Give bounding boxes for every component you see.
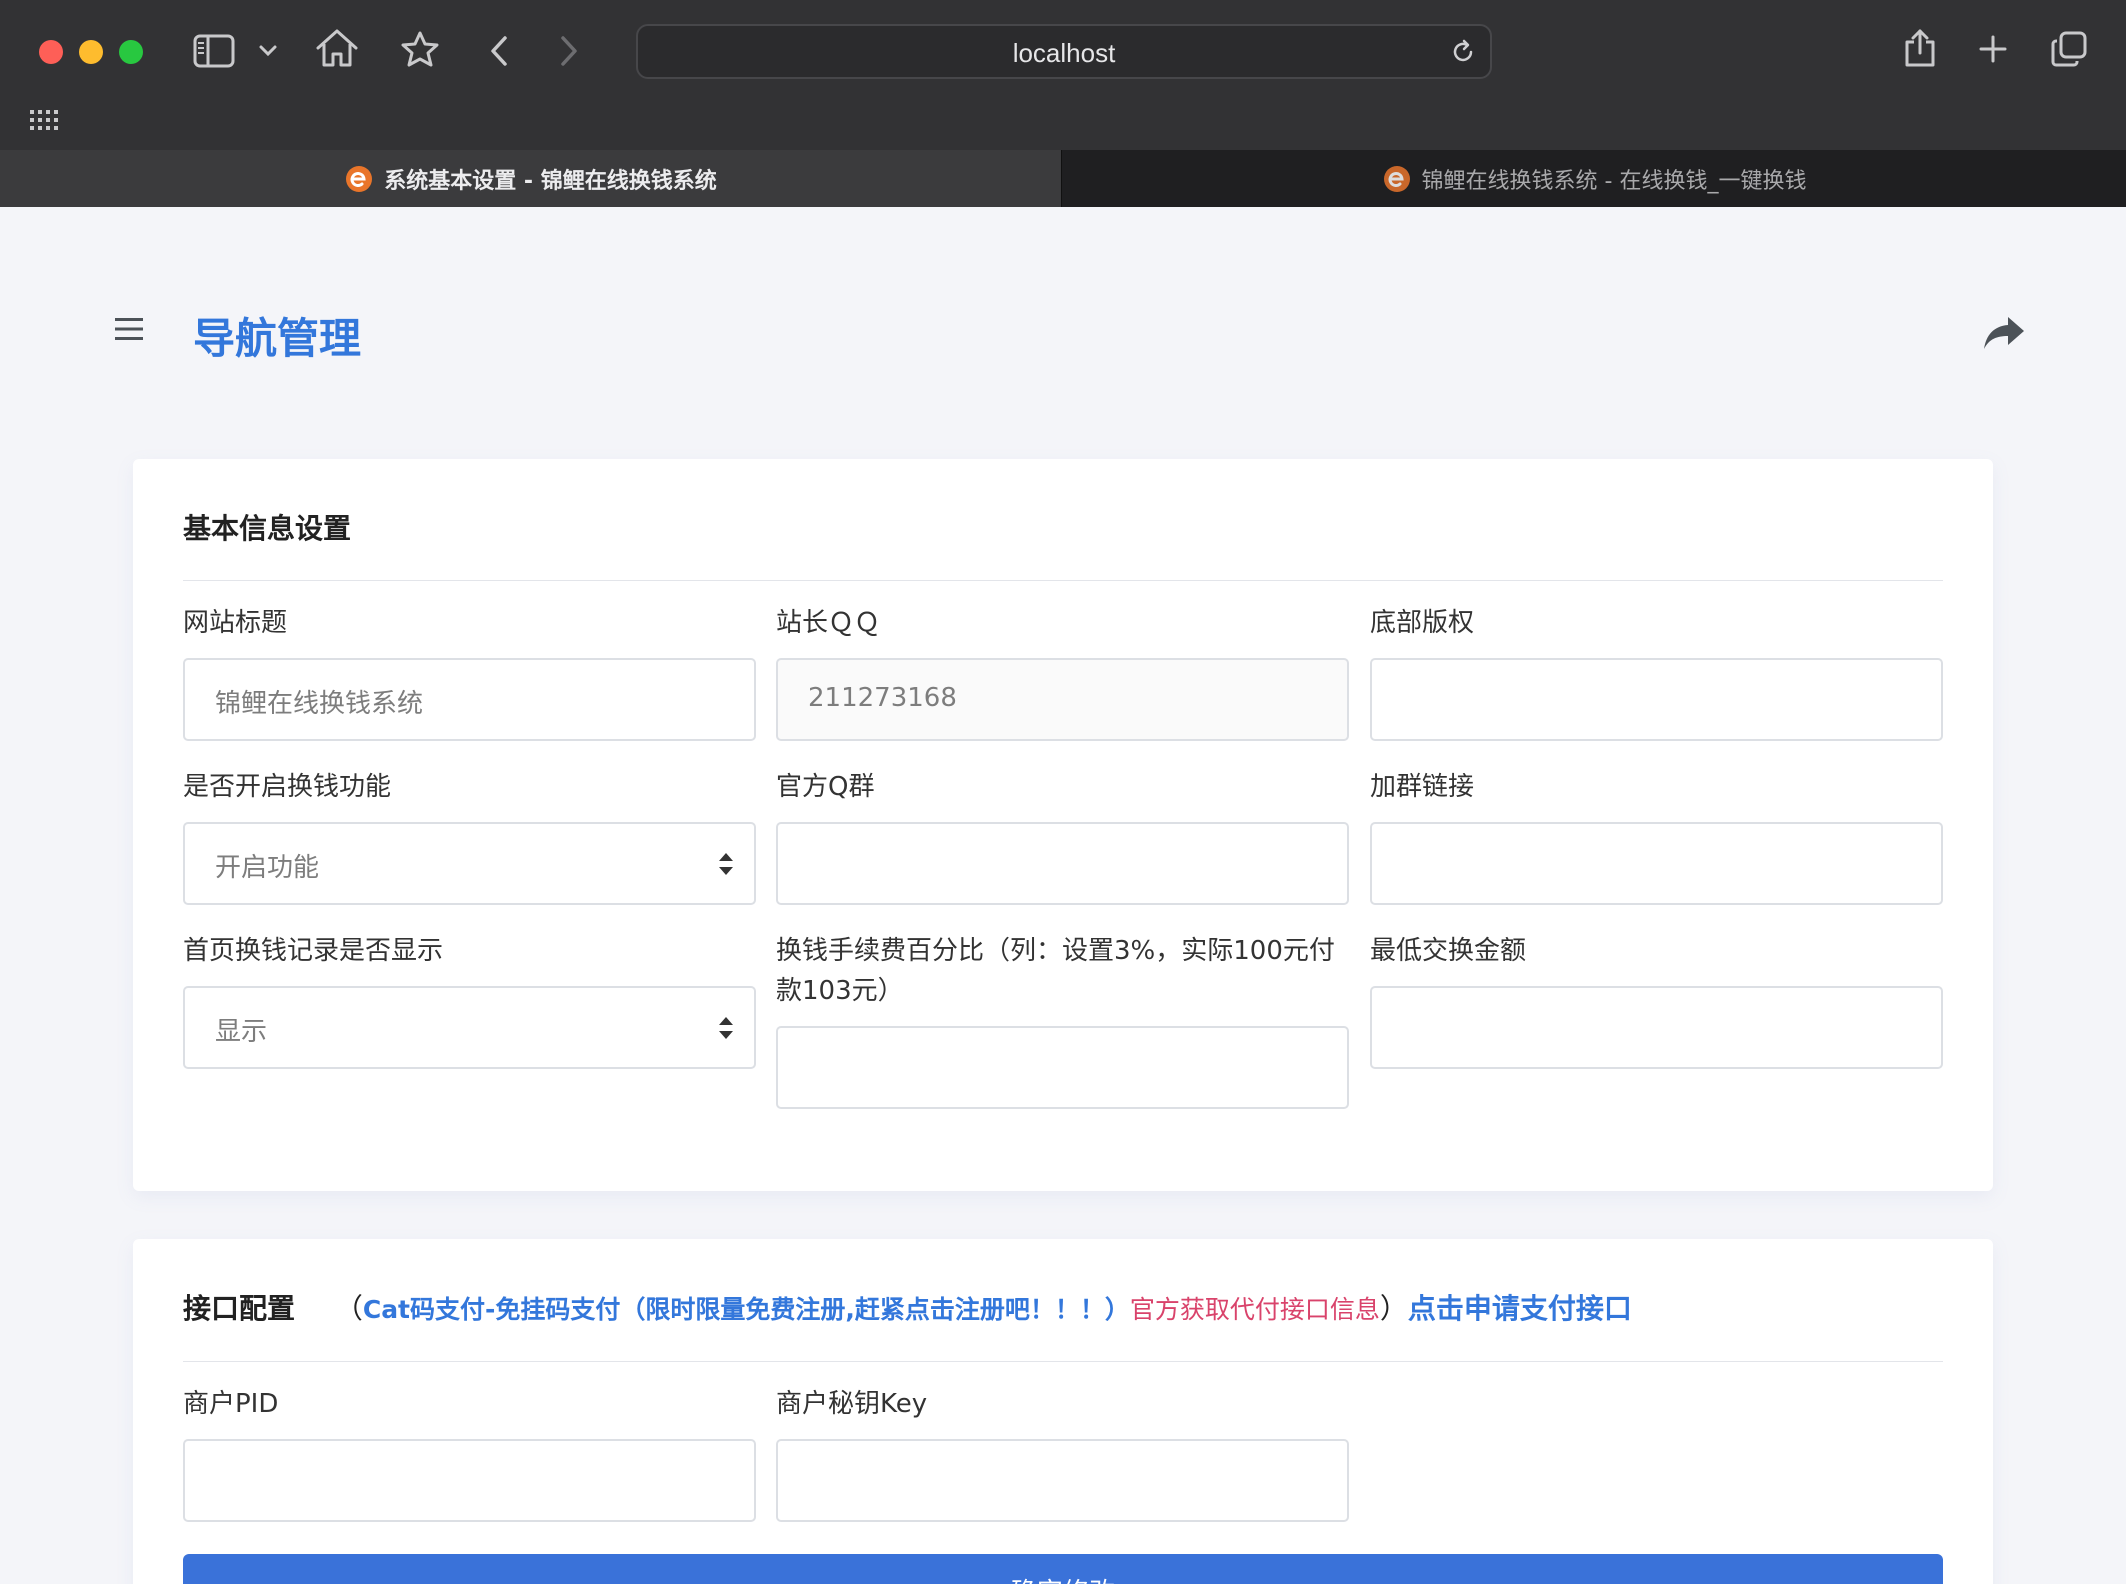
share-forward-icon[interactable] (1982, 315, 2026, 355)
page-content: 导航管理 基本信息设置 网站标题 锦鲤在线换钱系统 站长ＱＱ 211273168… (0, 207, 2126, 1584)
exchange-enabled-select[interactable]: 开启功能 (183, 822, 756, 905)
tab-overview-icon[interactable] (2050, 30, 2088, 68)
browser-tab-bar: 系统基本设置 - 锦鲤在线换钱系统 锦鲤在线换钱系统 - 在线换钱_一键换钱 (0, 150, 2126, 207)
new-tab-icon[interactable] (1978, 34, 2008, 64)
tab-label: 锦鲤在线换钱系统 - 在线换钱_一键换钱 (1421, 168, 1807, 194)
sidebar-toggle-icon[interactable] (193, 34, 235, 68)
field-label: 是否开启换钱功能 (183, 772, 392, 802)
merchant-key-input[interactable] (776, 1439, 1349, 1522)
zoom-window-button[interactable] (119, 40, 143, 64)
card-title: 接口配置 (183, 1292, 296, 1325)
field-label: 底部版权 (1370, 608, 1475, 638)
field-label: 商户秘钥Key (776, 1389, 928, 1419)
home-records-field: 首页换钱记录是否显示 显示 (183, 931, 756, 1069)
browser-toolbar: localhost (0, 0, 2126, 105)
field-label: 换钱手续费百分比（列：设置3%，实际100元付款103元） (776, 936, 1335, 1006)
paren-close: ） (1379, 1292, 1408, 1325)
select-value: 开启功能 (215, 853, 320, 883)
home-records-select[interactable]: 显示 (183, 986, 756, 1069)
select-value: 显示 (215, 1017, 268, 1047)
input-value: 锦鲤在线换钱系统 (215, 689, 424, 719)
fee-percent-field: 换钱手续费百分比（列：设置3%，实际100元付款103元） (776, 931, 1349, 1109)
hamburger-menu-icon[interactable] (115, 317, 143, 345)
chevron-down-icon[interactable] (258, 44, 278, 58)
footer-copyright-input[interactable] (1370, 658, 1943, 741)
merchant-pid-field: 商户PID (183, 1384, 756, 1522)
official-group-input[interactable] (776, 822, 1349, 905)
footer-copyright-field: 底部版权 (1370, 603, 1943, 741)
field-label: 最低交换金额 (1370, 936, 1527, 966)
submit-label: 确定修改 (183, 1572, 1943, 1584)
tab-label: 系统基本设置 - 锦鲤在线换钱系统 (384, 168, 717, 194)
select-arrows-icon (719, 1017, 733, 1039)
site-favicon-icon (1383, 165, 1410, 192)
site-title-field: 网站标题 锦鲤在线换钱系统 (183, 603, 756, 741)
paren-open: （ (334, 1292, 363, 1325)
group-link-input[interactable] (1370, 822, 1943, 905)
field-label: 网站标题 (183, 608, 288, 638)
group-link-field: 加群链接 (1370, 767, 1943, 905)
minimize-window-button[interactable] (79, 40, 103, 64)
owner-qq-input[interactable]: 211273168 (776, 658, 1349, 741)
submit-button[interactable]: 确定修改 (183, 1554, 1943, 1584)
reload-icon[interactable] (1450, 39, 1476, 69)
field-label: 站长ＱＱ (776, 608, 881, 638)
merchant-key-field: 商户秘钥Key (776, 1384, 1349, 1522)
api-settings-card: 接口配置 （Cat码支付-免挂码支付（限时限量免费注册,赶紧点击注册吧！！！）官… (133, 1239, 1993, 1584)
tab-online-exchange[interactable]: 锦鲤在线换钱系统 - 在线换钱_一键换钱 (1061, 150, 2126, 207)
select-arrows-icon (719, 853, 733, 875)
site-title-input[interactable]: 锦鲤在线换钱系统 (183, 658, 756, 741)
apply-payment-link[interactable]: 点击申请支付接口 (1408, 1292, 1632, 1325)
field-label: 加群链接 (1370, 772, 1475, 802)
forward-icon[interactable] (558, 34, 580, 68)
field-label: 商户PID (183, 1389, 279, 1419)
site-favicon-icon (346, 165, 373, 192)
owner-qq-field: 站长ＱＱ 211273168 (776, 603, 1349, 741)
apps-grid-icon[interactable] (30, 110, 60, 136)
share-page-icon[interactable] (1903, 28, 1937, 68)
bookmark-star-icon[interactable] (400, 30, 440, 68)
official-interface-link[interactable]: 官方获取代付接口信息 (1130, 1295, 1380, 1324)
exchange-enabled-field: 是否开启换钱功能 开启功能 (183, 767, 756, 905)
merchant-pid-input[interactable] (183, 1439, 756, 1522)
card-header: 基本信息设置 (183, 459, 1943, 581)
address-text: localhost (1012, 38, 1116, 68)
close-window-button[interactable] (39, 40, 63, 64)
home-icon[interactable] (315, 28, 359, 68)
tab-system-settings[interactable]: 系统基本设置 - 锦鲤在线换钱系统 (0, 150, 1061, 207)
fee-percent-input[interactable] (776, 1026, 1349, 1109)
official-group-field: 官方Q群 (776, 767, 1349, 905)
field-label: 首页换钱记录是否显示 (183, 936, 444, 966)
min-amount-field: 最低交换金额 (1370, 931, 1943, 1069)
card-title: 基本信息设置 (183, 512, 352, 545)
cat-pay-register-link[interactable]: Cat码支付-免挂码支付（限时限量免费注册,赶紧点击注册吧！！！） (363, 1295, 1130, 1324)
address-bar[interactable]: localhost (636, 24, 1492, 79)
basic-settings-card: 基本信息设置 网站标题 锦鲤在线换钱系统 站长ＱＱ 211273168 底部版权… (133, 459, 1993, 1191)
page-title: 导航管理 (193, 314, 362, 363)
api-header-line: 接口配置 （Cat码支付-免挂码支付（限时限量免费注册,赶紧点击注册吧！！！）官… (183, 1287, 1632, 1327)
back-icon[interactable] (488, 34, 510, 68)
input-value: 211273168 (808, 683, 957, 713)
browser-chrome: localhost 系统基本设置 - 锦鲤在线换钱系统 锦鲤在线换钱系统 - 在… (0, 0, 2126, 207)
min-amount-input[interactable] (1370, 986, 1943, 1069)
field-label: 官方Q群 (776, 772, 875, 802)
card-header: 接口配置 （Cat码支付-免挂码支付（限时限量免费注册,赶紧点击注册吧！！！）官… (183, 1239, 1943, 1362)
